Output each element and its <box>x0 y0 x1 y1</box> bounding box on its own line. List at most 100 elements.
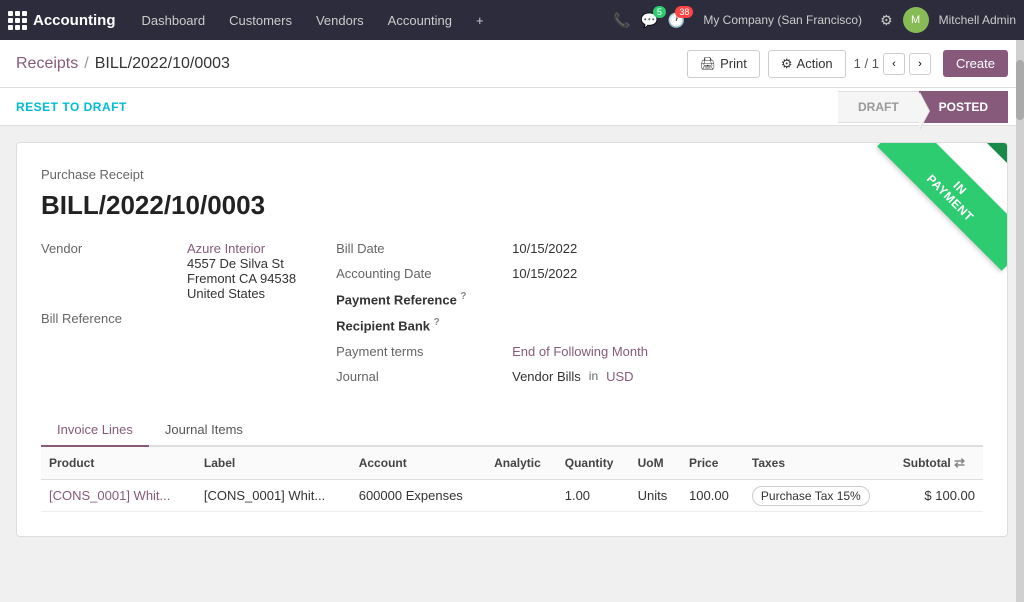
accounting-date-row: Accounting Date 10/15/2022 <box>336 266 656 281</box>
page-info: 1 / 1 <box>854 56 879 71</box>
payment-terms-value[interactable]: End of Following Month <box>512 344 648 359</box>
th-taxes: Taxes <box>744 447 895 480</box>
breadcrumb-actions: 🖨 Print ⚙ Action 1 / 1 ‹ › Create <box>687 50 1008 78</box>
doc-fields-left: Vendor Azure Interior 4557 De Silva St F… <box>41 241 296 394</box>
cell-label: [CONS_0001] Whit... <box>196 479 351 511</box>
document-card: IN PAYMENT Purchase Receipt BILL/2022/10… <box>16 142 1008 537</box>
user-name: Mitchell Admin <box>939 13 1016 27</box>
recipient-bank-row: Recipient Bank ? <box>336 317 656 333</box>
prev-page-button[interactable]: ‹ <box>883 53 905 75</box>
nav-vendors[interactable]: Vendors <box>306 9 374 32</box>
action-button[interactable]: ⚙ Action <box>768 50 846 78</box>
nav-dashboard[interactable]: Dashboard <box>132 9 216 32</box>
th-analytic: Analytic <box>486 447 557 480</box>
vendor-label: Vendor <box>41 241 171 256</box>
bill-date-label: Bill Date <box>336 241 496 256</box>
cell-price: 100.00 <box>681 479 744 511</box>
journal-value-group: Vendor Bills in USD <box>512 369 633 384</box>
settings-icon[interactable]: ⚙ <box>880 12 893 29</box>
top-nav: Accounting Dashboard Customers Vendors A… <box>0 0 1024 40</box>
tabs-bar: Invoice Lines Journal Items <box>41 414 983 447</box>
breadcrumb-sep: / <box>84 55 88 73</box>
company-name: My Company (San Francisco) <box>703 13 862 27</box>
breadcrumb-parent[interactable]: Receipts <box>16 55 78 73</box>
printer-icon: 🖨 <box>700 56 717 72</box>
table-row: [CONS_0001] Whit... [CONS_0001] Whit... … <box>41 479 983 511</box>
cell-analytic <box>486 479 557 511</box>
doc-fields-right: Bill Date 10/15/2022 Accounting Date 10/… <box>336 241 656 394</box>
chat-badge: 5 <box>653 6 666 19</box>
payment-ref-help-icon[interactable]: ? <box>460 291 466 302</box>
journal-label: Journal <box>336 369 496 384</box>
breadcrumb: Receipts / BILL/2022/10/0003 <box>16 55 687 73</box>
table-header-row: Product Label Account Analytic Quantity … <box>41 447 983 480</box>
stage-posted[interactable]: POSTED <box>919 91 1008 123</box>
recipient-bank-help-icon[interactable]: ? <box>434 317 440 328</box>
product-link[interactable]: [CONS_0001] Whit... <box>49 488 170 503</box>
journal-row: Journal Vendor Bills in USD <box>336 369 656 384</box>
payment-terms-row: Payment terms End of Following Month <box>336 344 656 359</box>
vendor-address-2: Fremont CA 94538 <box>187 271 296 286</box>
payment-ref-label: Payment Reference ? <box>336 291 496 307</box>
vendor-address-1: 4557 De Silva St <box>187 256 296 271</box>
print-button[interactable]: 🖨 Print <box>687 50 760 78</box>
vendor-name[interactable]: Azure Interior <box>187 241 265 256</box>
doc-title: BILL/2022/10/0003 <box>41 190 983 221</box>
cell-uom: Units <box>630 479 681 511</box>
app-name: Accounting <box>33 12 116 29</box>
th-uom: UoM <box>630 447 681 480</box>
accounting-date-value[interactable]: 10/15/2022 <box>512 266 577 281</box>
clock-icon[interactable]: 🕐38 <box>668 12 685 29</box>
tax-badge: Purchase Tax 15% <box>752 486 870 506</box>
nav-plus[interactable]: + <box>466 9 494 32</box>
create-button[interactable]: Create <box>943 50 1008 77</box>
tab-invoice-lines[interactable]: Invoice Lines <box>41 414 149 447</box>
bill-ref-label: Bill Reference <box>41 311 161 326</box>
doc-type: Purchase Receipt <box>41 167 983 182</box>
th-subtotal: Subtotal ⇄ <box>895 447 983 480</box>
cell-quantity: 1.00 <box>557 479 630 511</box>
cell-account: 600000 Expenses <box>351 479 486 511</box>
scrollbar-thumb[interactable] <box>1016 60 1024 120</box>
reset-to-draft-button[interactable]: RESET TO DRAFT <box>16 100 127 114</box>
breadcrumb-current: BILL/2022/10/0003 <box>95 55 230 73</box>
journal-currency[interactable]: USD <box>606 369 633 384</box>
th-price: Price <box>681 447 744 480</box>
doc-fields: Vendor Azure Interior 4557 De Silva St F… <box>41 241 983 394</box>
app-icon[interactable]: Accounting <box>8 11 124 30</box>
recipient-bank-label: Recipient Bank ? <box>336 317 496 333</box>
scrollbar[interactable] <box>1016 40 1024 602</box>
status-bar: RESET TO DRAFT DRAFT POSTED <box>0 88 1024 126</box>
nav-customers[interactable]: Customers <box>219 9 302 32</box>
next-page-button[interactable]: › <box>909 53 931 75</box>
bill-date-row: Bill Date 10/15/2022 <box>336 241 656 256</box>
th-account: Account <box>351 447 486 480</box>
th-product: Product <box>41 447 196 480</box>
th-quantity: Quantity <box>557 447 630 480</box>
th-label: Label <box>196 447 351 480</box>
vendor-value: Azure Interior 4557 De Silva St Fremont … <box>187 241 296 301</box>
breadcrumb-bar: Receipts / BILL/2022/10/0003 🖨 Print ⚙ A… <box>0 40 1024 88</box>
cell-subtotal: $ 100.00 <box>895 479 983 511</box>
tab-journal-items[interactable]: Journal Items <box>149 414 259 447</box>
stages: DRAFT POSTED <box>838 91 1008 123</box>
cell-taxes: Purchase Tax 15% <box>744 479 895 511</box>
journal-value[interactable]: Vendor Bills <box>512 369 581 384</box>
grid-icon <box>8 11 27 30</box>
ribbon-wrapper: IN PAYMENT <box>867 143 1007 283</box>
cell-product: [CONS_0001] Whit... <box>41 479 196 511</box>
vendor-field-row: Vendor Azure Interior 4557 De Silva St F… <box>41 241 296 301</box>
payment-ref-row: Payment Reference ? <box>336 291 656 307</box>
chat-icon[interactable]: 💬5 <box>640 12 657 29</box>
stage-draft[interactable]: DRAFT <box>838 91 919 123</box>
invoice-lines-table: Product Label Account Analytic Quantity … <box>41 447 983 512</box>
main-content: IN PAYMENT Purchase Receipt BILL/2022/10… <box>0 126 1024 602</box>
bill-date-value[interactable]: 10/15/2022 <box>512 241 577 256</box>
ribbon-corner-tr <box>987 143 1007 163</box>
table-settings-icon[interactable]: ⇄ <box>954 455 965 470</box>
accounting-date-label: Accounting Date <box>336 266 496 281</box>
nav-accounting[interactable]: Accounting <box>378 9 462 32</box>
phone-icon[interactable]: 📞 <box>613 12 630 29</box>
clock-badge: 38 <box>675 6 693 19</box>
bill-ref-row: Bill Reference <box>41 311 296 326</box>
